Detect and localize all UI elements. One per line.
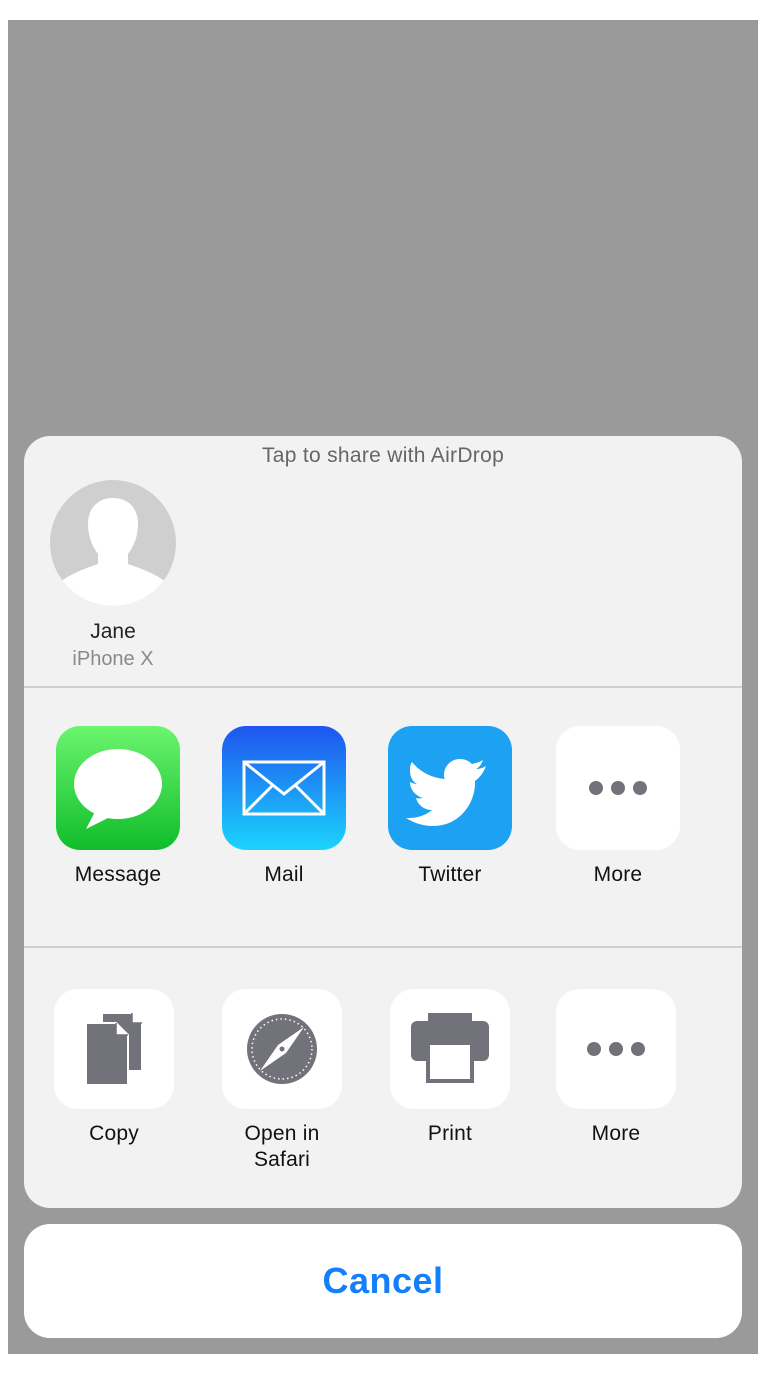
share-item-label: Message <box>74 863 162 886</box>
share-twitter-button[interactable]: Twitter <box>385 726 515 888</box>
airdrop-contact[interactable]: Jane iPhone X <box>42 480 184 671</box>
cancel-button[interactable]: Cancel <box>24 1224 742 1338</box>
share-sheet: Tap to share with AirDrop Jane iPhone X … <box>24 436 742 1208</box>
safari-icon <box>222 989 342 1109</box>
divider <box>24 946 742 948</box>
share-item-label: Twitter <box>418 863 482 886</box>
action-item-label: Copy <box>89 1122 139 1145</box>
action-copy-button[interactable]: Copy <box>49 989 179 1147</box>
more-icon <box>556 726 680 850</box>
mail-icon <box>222 726 346 850</box>
twitter-icon <box>388 726 512 850</box>
action-more-button[interactable]: More <box>551 989 681 1147</box>
share-mail-button[interactable]: Mail <box>219 726 349 888</box>
share-more-button[interactable]: More <box>553 726 683 888</box>
share-message-button[interactable]: Message <box>53 726 183 888</box>
action-print-button[interactable]: Print <box>385 989 515 1147</box>
share-item-label: More <box>593 863 643 886</box>
more-icon <box>556 989 676 1109</box>
divider <box>24 686 742 688</box>
contact-device: iPhone X <box>72 648 154 670</box>
action-item-label: Open in Safari <box>244 1122 320 1171</box>
contact-name: Jane <box>90 620 136 643</box>
person-silhouette-icon <box>60 498 166 606</box>
action-open-in-safari-button[interactable]: Open in Safari <box>217 989 347 1173</box>
share-item-label: Mail <box>264 863 304 886</box>
avatar <box>50 480 176 606</box>
print-icon <box>390 989 510 1109</box>
action-item-label: More <box>591 1122 641 1145</box>
airdrop-title: Tap to share with AirDrop <box>261 444 505 467</box>
copy-icon <box>54 989 174 1109</box>
action-item-label: Print <box>427 1122 473 1145</box>
message-icon <box>56 726 180 850</box>
